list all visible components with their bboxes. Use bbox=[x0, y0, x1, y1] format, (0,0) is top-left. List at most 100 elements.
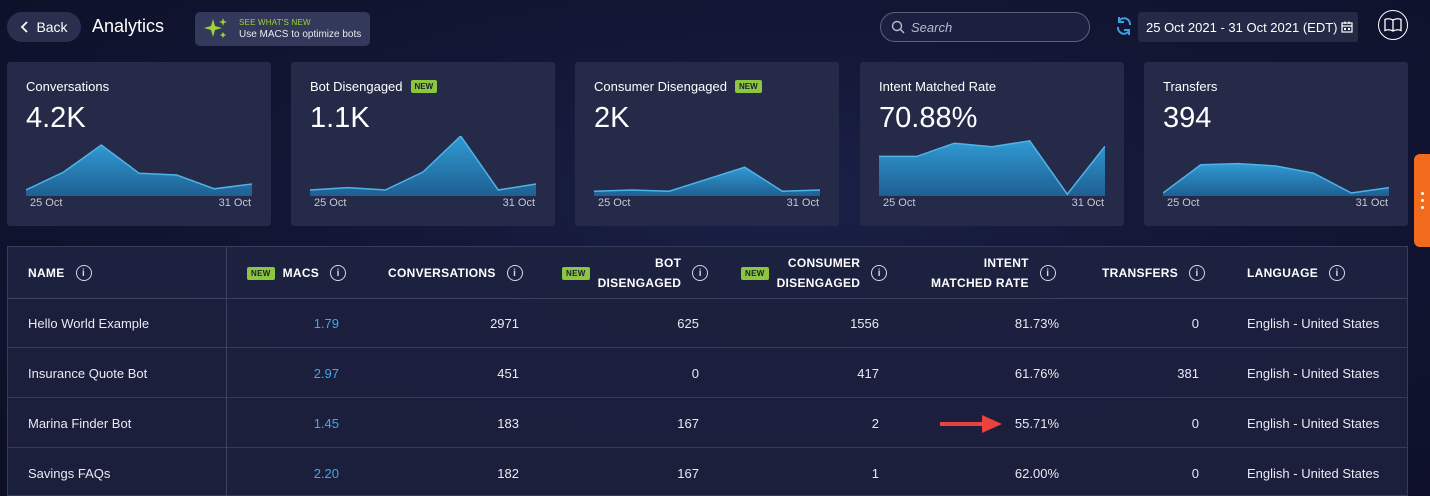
x-axis-start-label: 25 Oct bbox=[1167, 197, 1200, 209]
handle-dot bbox=[1420, 206, 1424, 209]
metric-value: 2K bbox=[594, 102, 630, 134]
search-icon bbox=[891, 20, 905, 34]
header-line: DISENGAGED bbox=[776, 276, 861, 290]
cell-transfers: 0 bbox=[1191, 315, 1199, 331]
x-axis-end-label: 31 Oct bbox=[1071, 197, 1104, 209]
metric-card[interactable]: Intent Matched Rate 70.88% 25 Oct 31 Oct bbox=[860, 62, 1124, 226]
header-line: INTENT bbox=[983, 256, 1029, 270]
x-axis-end-label: 31 Oct bbox=[502, 197, 535, 209]
metric-title-text: Transfers bbox=[1163, 79, 1218, 94]
sparkline-svg bbox=[26, 144, 252, 196]
metric-value: 1.1K bbox=[310, 102, 370, 134]
info-icon[interactable]: i bbox=[1189, 265, 1206, 281]
page-title: Analytics bbox=[92, 16, 165, 36]
metric-card[interactable]: Bot Disengaged NEW 1.1K 25 Oct 31 Oct bbox=[291, 62, 555, 226]
sparkline-chart bbox=[26, 136, 252, 196]
cell-conversations: 183 bbox=[497, 415, 519, 431]
cell-bot-disengaged: 167 bbox=[677, 465, 699, 481]
header-transfers-label: TRANSFERS bbox=[1102, 266, 1179, 280]
cell-macs[interactable]: 1.79 bbox=[230, 298, 339, 348]
info-icon[interactable]: i bbox=[692, 265, 709, 281]
metric-title-text: Conversations bbox=[26, 79, 110, 94]
whats-new-banner[interactable]: SEE WHAT'S NEW Use MACS to optimize bots bbox=[195, 12, 370, 46]
table-row[interactable]: Insurance Quote Bot 2.97 451 0 417 61.76% 381 E… bbox=[8, 348, 1407, 398]
sparkline-chart bbox=[594, 136, 820, 196]
handle-dot bbox=[1420, 192, 1424, 195]
header-consumer-disengaged[interactable]: NEW CONSUMER DISENGAGED i bbox=[741, 247, 888, 299]
info-icon[interactable]: i bbox=[506, 265, 523, 281]
open-book-icon bbox=[1384, 18, 1402, 32]
metric-card[interactable]: Transfers 394 25 Oct 31 Oct bbox=[1144, 62, 1408, 226]
sparkline-svg bbox=[1163, 162, 1389, 196]
table-row[interactable]: Savings FAQs 2.20 182 167 1 62.00% 0 English - … bbox=[8, 448, 1407, 496]
cell-transfers: 0 bbox=[1191, 465, 1199, 481]
header-line: BOT bbox=[655, 256, 682, 270]
cell-language: English - United States bbox=[1247, 465, 1380, 481]
cell-bot-disengaged: 625 bbox=[677, 315, 699, 331]
cell-bot-disengaged: 0 bbox=[691, 365, 699, 381]
sparkle-icon bbox=[204, 18, 227, 38]
info-icon[interactable]: i bbox=[871, 265, 888, 281]
cell-macs[interactable]: 2.97 bbox=[230, 348, 339, 398]
metric-card[interactable]: Conversations 4.2K 25 Oct 31 Oct bbox=[7, 62, 271, 226]
cell-language: English - United States bbox=[1247, 415, 1380, 431]
date-range-picker[interactable]: 25 Oct 2021 - 31 Oct 2021 (EDT) bbox=[1138, 12, 1358, 42]
cell-name: Insurance Quote Bot bbox=[28, 365, 148, 381]
calendar-icon bbox=[1341, 21, 1354, 33]
cell-name: Marina Finder Bot bbox=[28, 415, 132, 431]
header-intent-label: INTENT MATCHED RATE bbox=[931, 253, 1029, 293]
metric-card[interactable]: Consumer Disengaged NEW 2K 25 Oct 31 Oct bbox=[575, 62, 839, 226]
search-input[interactable] bbox=[911, 19, 1081, 35]
refresh-icon[interactable] bbox=[1114, 16, 1134, 36]
header-conversations-label: CONVERSATIONS bbox=[388, 266, 496, 280]
table-row[interactable]: Hello World Example 1.79 2971 625 1556 81.73%… bbox=[8, 298, 1407, 348]
sparkline-area bbox=[879, 140, 1105, 196]
header-language-label: LANGUAGE bbox=[1247, 266, 1319, 280]
cell-name: Savings FAQs bbox=[28, 465, 111, 481]
cell-intent-matched-rate: 61.76% bbox=[1014, 365, 1059, 381]
annotation-arrow bbox=[940, 415, 1002, 433]
cell-macs[interactable]: 1.45 bbox=[230, 398, 339, 448]
header-name[interactable]: NAME i bbox=[28, 247, 92, 299]
metric-value: 4.2K bbox=[26, 102, 86, 134]
info-icon[interactable]: i bbox=[75, 265, 92, 281]
cell-transfers: 381 bbox=[1177, 365, 1199, 381]
info-icon[interactable]: i bbox=[1329, 265, 1346, 281]
new-badge: NEW bbox=[734, 80, 762, 93]
new-badge: NEW bbox=[562, 266, 590, 280]
sparkline-chart bbox=[879, 136, 1105, 196]
info-icon[interactable]: i bbox=[330, 265, 347, 281]
header-line: CONSUMER bbox=[787, 256, 861, 270]
search-box[interactable] bbox=[880, 12, 1090, 42]
help-book-button[interactable] bbox=[1378, 10, 1408, 40]
info-icon[interactable]: i bbox=[1039, 265, 1056, 281]
x-axis-end-label: 31 Oct bbox=[1355, 197, 1388, 209]
header-bot-disengaged[interactable]: NEW BOT DISENGAGED i bbox=[562, 247, 709, 299]
x-axis-end-label: 31 Oct bbox=[786, 197, 819, 209]
table-row[interactable]: Marina Finder Bot 1.45 183 167 2 55.71% 0 Engli… bbox=[8, 398, 1407, 448]
header-transfers[interactable]: TRANSFERS i bbox=[1102, 247, 1206, 299]
header-name-label: NAME bbox=[28, 266, 65, 280]
sparkline-chart bbox=[310, 136, 536, 196]
back-button[interactable]: Back bbox=[7, 12, 81, 42]
header-macs[interactable]: NEW MACS i bbox=[247, 247, 347, 299]
header-intent-matched-rate[interactable]: INTENT MATCHED RATE i bbox=[931, 247, 1056, 299]
header-language[interactable]: LANGUAGE i bbox=[1247, 247, 1346, 299]
metric-title-text: Bot Disengaged bbox=[310, 79, 403, 94]
side-panel-handle[interactable] bbox=[1414, 154, 1430, 247]
x-axis-end-label: 31 Oct bbox=[218, 197, 251, 209]
cell-language: English - United States bbox=[1247, 365, 1380, 381]
metric-title: Transfers bbox=[1163, 79, 1217, 94]
cell-intent-matched-rate: 62.00% bbox=[1014, 465, 1059, 481]
cell-macs[interactable]: 2.20 bbox=[230, 448, 339, 496]
metric-title: Bot Disengaged NEW bbox=[310, 79, 438, 94]
sparkline-chart bbox=[1163, 136, 1389, 196]
cell-consumer-disengaged: 417 bbox=[857, 365, 879, 381]
back-label: Back bbox=[36, 19, 68, 35]
handle-dot bbox=[1420, 199, 1424, 202]
column-divider bbox=[226, 247, 227, 496]
header-conversations[interactable]: CONVERSATIONS i bbox=[388, 247, 523, 299]
sparkline-svg bbox=[879, 139, 1105, 196]
date-range-text: 25 Oct 2021 - 31 Oct 2021 (EDT) bbox=[1146, 19, 1338, 35]
cell-name: Hello World Example bbox=[28, 315, 150, 331]
